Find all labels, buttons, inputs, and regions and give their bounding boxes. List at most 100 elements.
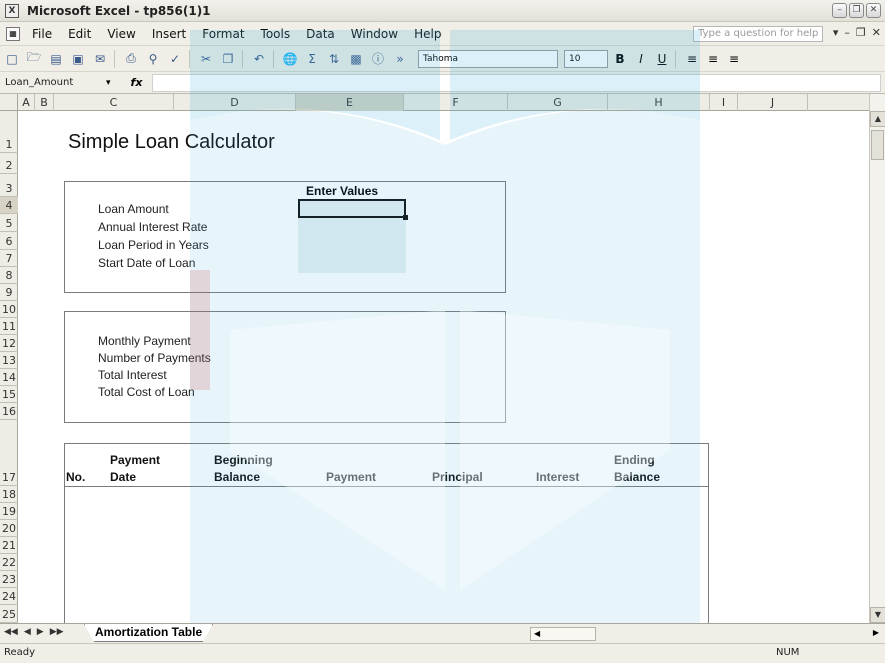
scroll-thumb[interactable] <box>871 130 884 160</box>
align-left-icon[interactable]: ≡ <box>683 50 701 68</box>
italic-button[interactable]: I <box>632 50 650 68</box>
column-header-c[interactable]: C <box>54 94 174 111</box>
font-size-select[interactable]: 10 <box>564 49 608 68</box>
name-box-dropdown-icon[interactable]: ▾ <box>106 78 111 88</box>
formula-input[interactable] <box>152 73 881 92</box>
tab-amortization-table[interactable]: Amortization Table <box>84 624 214 642</box>
undo-icon[interactable]: ↶ <box>249 49 269 69</box>
minimize-button[interactable]: – <box>832 3 847 18</box>
autosum-icon[interactable]: Σ <box>302 49 322 69</box>
column-header-d[interactable]: D <box>174 94 296 111</box>
excel-app-icon[interactable]: X <box>5 3 19 18</box>
column-header-j[interactable]: J <box>738 94 808 111</box>
scroll-up-icon[interactable]: ▲ <box>870 111 885 127</box>
row-header[interactable]: 2 <box>0 153 18 174</box>
menu-insert[interactable]: Insert <box>144 27 194 41</box>
menu-format[interactable]: Format <box>194 27 252 41</box>
row-header[interactable]: 16 <box>0 403 18 420</box>
menu-window[interactable]: Window <box>343 27 406 41</box>
first-sheet-icon[interactable]: ◀◀ <box>4 627 18 637</box>
menu-data[interactable]: Data <box>298 27 343 41</box>
row-header[interactable]: 13 <box>0 352 18 369</box>
align-right-icon[interactable]: ≡ <box>725 50 743 68</box>
enter-values-heading: Enter Values <box>306 184 379 198</box>
menu-edit[interactable]: Edit <box>60 27 99 41</box>
workbook-icon[interactable]: ▦ <box>6 26 20 41</box>
column-header-f[interactable]: F <box>404 94 508 111</box>
row-header[interactable]: 10 <box>0 301 18 318</box>
align-center-icon[interactable]: ≡ <box>704 50 722 68</box>
font-name-select[interactable]: Tahoma <box>418 49 558 68</box>
row-header[interactable]: 11 <box>0 318 18 335</box>
row-header[interactable]: 18 <box>0 486 18 503</box>
next-sheet-icon[interactable]: ▶ <box>37 627 44 637</box>
row-header[interactable]: 7 <box>0 250 18 267</box>
scroll-down-icon[interactable]: ▼ <box>870 607 885 623</box>
active-cell-loan-amount[interactable] <box>298 199 408 220</box>
row-header[interactable]: 21 <box>0 537 18 554</box>
vertical-scrollbar[interactable]: ▲ ▼ <box>869 94 885 623</box>
worksheet-grid[interactable]: Simple Loan Calculator Enter Values Loan… <box>18 111 869 623</box>
sort-ascending-icon[interactable]: ⇅ <box>324 49 344 69</box>
row-header[interactable]: 4 <box>0 197 18 214</box>
permission-icon[interactable]: ▣ <box>68 49 88 69</box>
underline-button[interactable]: U <box>653 50 671 68</box>
cut-icon[interactable]: ✂ <box>196 49 216 69</box>
horizontal-scrollbar[interactable]: ◀ <box>530 627 596 641</box>
chart-wizard-icon[interactable]: ▩ <box>346 49 366 69</box>
row-header[interactable]: 24 <box>0 588 18 605</box>
new-icon[interactable]: □ <box>2 49 22 69</box>
row-header[interactable]: 17 <box>0 420 18 486</box>
name-box[interactable]: Loan_Amount <box>2 74 106 92</box>
spelling-icon[interactable]: ✓ <box>165 49 185 69</box>
menu-file[interactable]: File <box>24 27 60 41</box>
print-preview-icon[interactable]: ⚲ <box>143 49 163 69</box>
insert-function-icon[interactable]: fx <box>131 76 143 89</box>
column-header-b[interactable]: B <box>35 94 54 111</box>
row-header[interactable]: 3 <box>0 174 18 197</box>
row-header[interactable]: 22 <box>0 554 18 571</box>
menu-help[interactable]: Help <box>406 27 449 41</box>
formula-bar: Loan_Amount ▾ fx <box>0 72 885 94</box>
select-all-corner[interactable] <box>0 94 18 111</box>
open-icon[interactable]: 🗁 <box>24 49 44 69</box>
save-icon[interactable]: ▤ <box>46 49 66 69</box>
close-button[interactable]: ✕ <box>866 3 881 18</box>
doc-minimize-icon[interactable]: – <box>844 26 850 39</box>
email-icon[interactable]: ✉ <box>90 49 110 69</box>
row-header[interactable]: 25 <box>0 605 18 623</box>
column-header-e[interactable]: E <box>296 94 404 111</box>
help-search-input[interactable]: Type a question for help <box>693 26 823 42</box>
copy-icon[interactable]: ❐ <box>218 49 238 69</box>
row-header[interactable]: 23 <box>0 571 18 588</box>
print-icon[interactable]: ⎙ <box>121 49 141 69</box>
bold-button[interactable]: B <box>611 50 629 68</box>
row-header[interactable]: 19 <box>0 503 18 520</box>
doc-close-icon[interactable]: ✕ <box>872 26 881 39</box>
column-header-a[interactable]: A <box>18 94 35 111</box>
row-header[interactable]: 9 <box>0 284 18 301</box>
doc-dropdown-icon[interactable]: ▾ <box>833 26 839 39</box>
row-header[interactable]: 14 <box>0 369 18 386</box>
toolbar-options-icon[interactable]: » <box>390 49 410 69</box>
row-header[interactable]: 20 <box>0 520 18 537</box>
row-header[interactable]: 6 <box>0 232 18 250</box>
row-header[interactable]: 1 <box>0 111 18 153</box>
restore-button[interactable]: ❐ <box>849 3 864 18</box>
column-header-g[interactable]: G <box>508 94 608 111</box>
prev-sheet-icon[interactable]: ◀ <box>24 627 31 637</box>
menu-tools[interactable]: Tools <box>253 27 299 41</box>
column-header-i[interactable]: I <box>710 94 738 111</box>
column-header-h[interactable]: H <box>608 94 710 111</box>
last-sheet-icon[interactable]: ▶▶ <box>50 627 64 637</box>
row-header[interactable]: 15 <box>0 386 18 403</box>
row-header[interactable]: 8 <box>0 267 18 284</box>
row-header[interactable]: 12 <box>0 335 18 352</box>
sheet-title: Simple Loan Calculator <box>68 131 275 153</box>
help-icon[interactable]: ⓘ <box>368 49 388 69</box>
row-header[interactable]: 5 <box>0 214 18 232</box>
hyperlink-icon[interactable]: 🌐 <box>280 49 300 69</box>
menu-view[interactable]: View <box>99 27 143 41</box>
scroll-right-icon[interactable]: ▶ <box>851 627 879 641</box>
doc-restore-icon[interactable]: ❐ <box>856 26 866 39</box>
